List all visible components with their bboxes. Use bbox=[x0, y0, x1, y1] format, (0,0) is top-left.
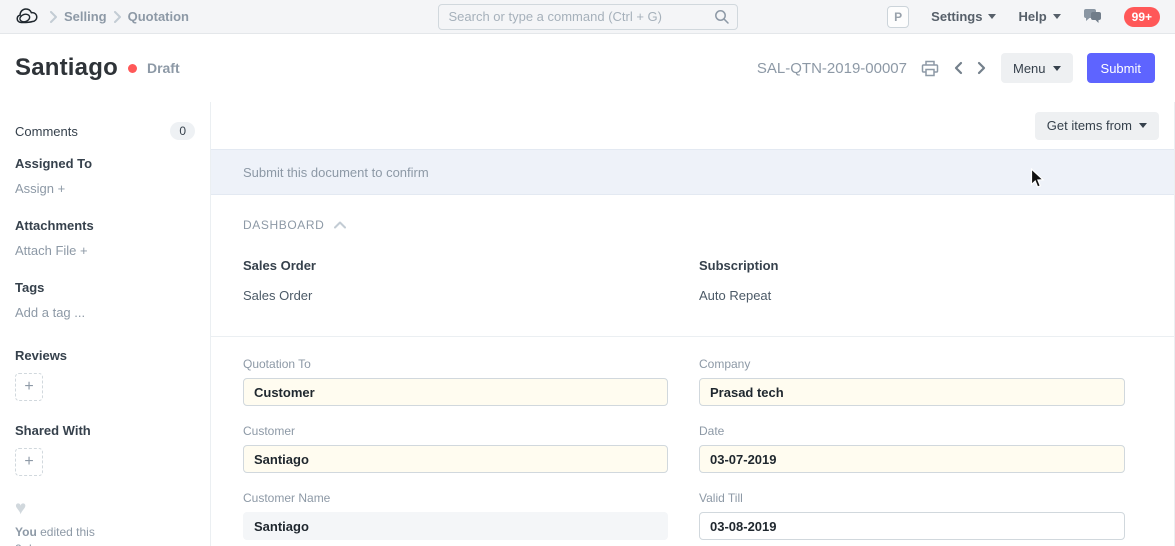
navbar-right: P Settings Help 99+ bbox=[738, 6, 1161, 28]
field-label: Quotation To bbox=[243, 357, 668, 371]
field-customer-name: Customer Name bbox=[243, 491, 668, 540]
field-valid-till: Valid Till bbox=[699, 491, 1125, 540]
attach-file-link[interactable]: Attach File + bbox=[15, 243, 195, 258]
add-review-button[interactable]: + bbox=[15, 373, 43, 401]
dashboard-group-heading: Subscription bbox=[699, 258, 1125, 273]
field-label: Date bbox=[699, 424, 1125, 438]
chevron-up-icon bbox=[334, 217, 346, 232]
notifications-badge[interactable]: 99+ bbox=[1124, 7, 1160, 27]
breadcrumb-selling[interactable]: Selling bbox=[64, 9, 107, 24]
chevron-right-icon bbox=[49, 11, 58, 23]
banner-message: Submit this document to confirm bbox=[243, 165, 429, 180]
menu-button[interactable]: Menu bbox=[1001, 53, 1073, 83]
next-document-icon[interactable] bbox=[977, 61, 987, 75]
sidebar-section-reviews: Reviews + bbox=[15, 348, 195, 401]
date-input[interactable] bbox=[699, 445, 1125, 473]
submit-reminder-banner: Submit this document to confirm bbox=[211, 149, 1174, 195]
assigned-to-heading: Assigned To bbox=[15, 156, 195, 171]
reviews-heading: Reviews bbox=[15, 348, 195, 363]
caret-down-icon bbox=[988, 14, 996, 19]
sidebar-section-tags: Tags Add a tag ... bbox=[15, 280, 195, 320]
add-share-button[interactable]: + bbox=[15, 448, 43, 476]
form-toolbar: Get items from bbox=[211, 102, 1174, 149]
help-label: Help bbox=[1018, 9, 1046, 24]
dashboard-link-auto-repeat[interactable]: Auto Repeat bbox=[699, 288, 1125, 303]
status-badge: Draft bbox=[147, 60, 180, 76]
comments-count-badge: 0 bbox=[170, 122, 195, 140]
caret-down-icon bbox=[1053, 66, 1061, 71]
shared-with-heading: Shared With bbox=[15, 423, 195, 438]
form-main: Get items from Submit this document to c… bbox=[211, 102, 1175, 546]
sidebar-section-assigned-to: Assigned To Assign + bbox=[15, 156, 195, 196]
modified-time: 2 days ago bbox=[15, 541, 195, 546]
field-customer: Customer bbox=[243, 424, 668, 473]
title-area: Santiago Draft bbox=[15, 54, 180, 82]
print-icon[interactable] bbox=[921, 60, 939, 77]
chat-icon[interactable] bbox=[1083, 8, 1102, 25]
add-tag-input[interactable]: Add a tag ... bbox=[15, 305, 195, 320]
sidebar-item-comments[interactable]: Comments 0 bbox=[15, 122, 195, 140]
dashboard-link-sales-order[interactable]: Sales Order bbox=[243, 288, 668, 303]
document-name: SAL-QTN-2019-00007 bbox=[757, 60, 907, 77]
page-body: Comments 0 Assigned To Assign + Attachme… bbox=[0, 102, 1175, 546]
sidebar-section-attachments: Attachments Attach File + bbox=[15, 218, 195, 258]
dashboard-group-heading: Sales Order bbox=[243, 258, 668, 273]
field-grid: Quotation To Company Customer Date Custo bbox=[243, 357, 1144, 540]
sidebar-section-shared-with: Shared With + bbox=[15, 423, 195, 476]
dashboard-section-toggle[interactable]: DASHBOARD bbox=[243, 217, 1144, 232]
attachments-heading: Attachments bbox=[15, 218, 195, 233]
field-label: Customer bbox=[243, 424, 668, 438]
header-actions: SAL-QTN-2019-00007 Menu Submit bbox=[757, 53, 1155, 83]
comments-label: Comments bbox=[15, 124, 78, 139]
prev-document-icon[interactable] bbox=[953, 61, 963, 75]
get-items-from-button[interactable]: Get items from bbox=[1035, 112, 1159, 140]
valid-till-input[interactable] bbox=[699, 512, 1125, 540]
dashboard-section: DASHBOARD Sales Order Sales Order Subscr… bbox=[211, 195, 1174, 336]
global-search bbox=[438, 4, 738, 30]
field-label: Customer Name bbox=[243, 491, 668, 505]
chevron-right-icon bbox=[113, 11, 122, 23]
quotation-form-section: Quotation To Company Customer Date Custo bbox=[211, 336, 1174, 540]
modified-action: edited this bbox=[37, 525, 95, 539]
search-icon bbox=[714, 9, 730, 28]
user-avatar[interactable]: P bbox=[887, 6, 909, 28]
status-indicator-dot bbox=[128, 64, 137, 73]
modified-by-info: You edited this 2 days ago bbox=[15, 524, 195, 546]
help-menu[interactable]: Help bbox=[1018, 9, 1060, 24]
dashboard-heading: DASHBOARD bbox=[243, 218, 324, 232]
tags-heading: Tags bbox=[15, 280, 195, 295]
settings-label: Settings bbox=[931, 9, 982, 24]
dashboard-links: Sales Order Sales Order Subscription Aut… bbox=[243, 258, 1144, 336]
caret-down-icon bbox=[1139, 123, 1147, 128]
submit-button[interactable]: Submit bbox=[1087, 53, 1155, 83]
field-company: Company bbox=[699, 357, 1125, 406]
modified-by-user: You bbox=[15, 525, 37, 539]
dashboard-column-subscription: Subscription Auto Repeat bbox=[699, 258, 1125, 303]
assign-link[interactable]: Assign + bbox=[15, 181, 195, 196]
caret-down-icon bbox=[1053, 14, 1061, 19]
breadcrumb: Selling Quotation bbox=[15, 6, 438, 28]
app-logo-icon[interactable] bbox=[15, 6, 39, 28]
navbar: Selling Quotation P Settings Help bbox=[0, 0, 1175, 34]
field-label: Company bbox=[699, 357, 1125, 371]
form-sidebar: Comments 0 Assigned To Assign + Attachme… bbox=[0, 102, 211, 546]
get-items-from-label: Get items from bbox=[1047, 118, 1132, 133]
settings-menu[interactable]: Settings bbox=[931, 9, 996, 24]
page-title: Santiago bbox=[15, 54, 118, 82]
field-label: Valid Till bbox=[699, 491, 1125, 505]
page-header: Santiago Draft SAL-QTN-2019-00007 Menu S… bbox=[0, 34, 1175, 102]
field-quotation-to: Quotation To bbox=[243, 357, 668, 406]
breadcrumb-quotation[interactable]: Quotation bbox=[128, 9, 189, 24]
company-input[interactable] bbox=[699, 378, 1125, 406]
dashboard-column-sales-order: Sales Order Sales Order bbox=[243, 258, 668, 303]
quotation-to-input[interactable] bbox=[243, 378, 668, 406]
customer-name-input bbox=[243, 512, 668, 540]
menu-button-label: Menu bbox=[1013, 61, 1046, 76]
like-heart-icon[interactable]: ♥ bbox=[15, 498, 195, 520]
search-input[interactable] bbox=[438, 4, 738, 30]
field-date: Date bbox=[699, 424, 1125, 473]
customer-input[interactable] bbox=[243, 445, 668, 473]
